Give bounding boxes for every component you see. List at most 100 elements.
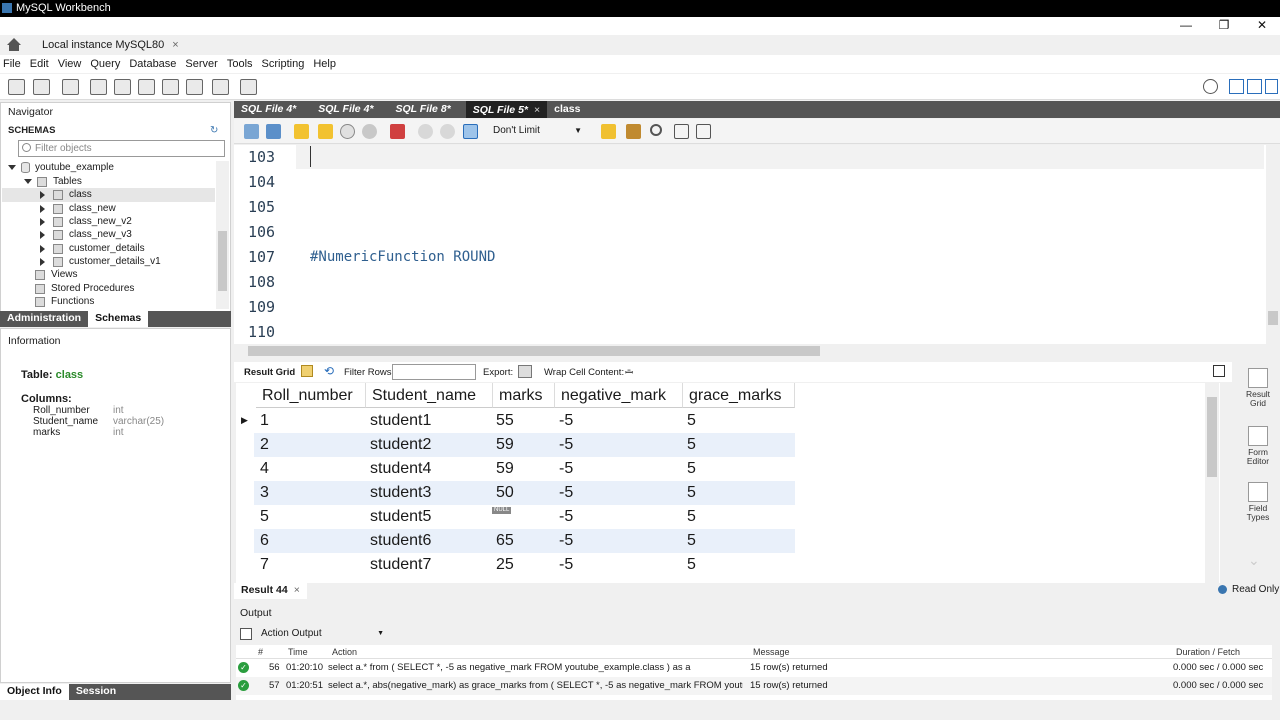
cell[interactable]: 59 — [492, 457, 514, 481]
explain-icon[interactable] — [340, 124, 355, 139]
tab-administration[interactable]: Administration — [0, 311, 88, 327]
table-row[interactable]: 5 student5 NULL -5 5 — [254, 505, 795, 529]
invisible-chars-icon[interactable] — [674, 124, 689, 139]
form-editor-button[interactable]: Form Editor — [1240, 426, 1276, 466]
output-mode-select[interactable]: Action Output ▼ — [258, 625, 386, 642]
close-window-button[interactable]: ✕ — [1242, 18, 1280, 35]
table-node-class[interactable]: class — [40, 188, 92, 201]
cell[interactable]: 25 — [492, 553, 514, 577]
cell[interactable]: 7 — [256, 553, 269, 577]
table-row[interactable]: 3 student3 50 -5 5 — [254, 481, 795, 505]
cell[interactable]: 50 — [492, 481, 514, 505]
editor-vscrollbar[interactable] — [1266, 145, 1280, 345]
cell[interactable]: 5 — [683, 481, 696, 505]
create-procedure-icon[interactable] — [162, 79, 179, 95]
close-tab-icon[interactable]: × — [294, 584, 300, 598]
expand-icon[interactable] — [40, 190, 45, 199]
collapse-icon[interactable] — [24, 179, 32, 184]
table-node-class-new-v3[interactable]: class_new_v3 — [40, 228, 132, 241]
tab-class[interactable]: class — [547, 101, 587, 118]
export-icon[interactable] — [518, 365, 532, 378]
wrap-icon[interactable]: ꟷ̄ — [625, 365, 633, 379]
cell[interactable]: -5 — [555, 529, 573, 553]
tab-sql-file-8[interactable]: SQL File 8* — [389, 101, 458, 118]
word-wrap-icon[interactable] — [696, 124, 711, 139]
cell[interactable]: student6 — [366, 529, 431, 553]
expand-icon[interactable] — [40, 244, 45, 253]
save-icon[interactable] — [266, 124, 281, 139]
cell[interactable]: 2 — [256, 433, 269, 457]
menu-edit[interactable]: Edit — [30, 58, 55, 70]
close-tab-icon[interactable]: × — [534, 104, 540, 116]
cell[interactable]: 6 — [256, 529, 269, 553]
scroll-thumb[interactable] — [1268, 311, 1278, 325]
collapse-icon[interactable] — [8, 165, 16, 170]
limit-rows-select[interactable]: Don't Limit ▼ — [490, 123, 590, 139]
table-row[interactable]: 2 student2 59 -5 5 — [254, 433, 795, 457]
connection-tab[interactable]: Local instance MySQL80 × — [6, 36, 179, 54]
open-sql-script-icon[interactable] — [33, 79, 50, 95]
reconnect-icon[interactable] — [240, 79, 257, 95]
column-header[interactable]: negative_mark — [555, 383, 683, 408]
create-schema-icon[interactable] — [90, 79, 107, 95]
table-node-class-new[interactable]: class_new — [40, 202, 116, 215]
filter-rows-input[interactable] — [392, 364, 476, 380]
result-grid[interactable]: Roll_number Student_name marks negative_… — [236, 383, 1220, 583]
cell[interactable]: 5 — [683, 409, 696, 433]
cell[interactable]: 3 — [256, 481, 269, 505]
tables-node[interactable]: Tables — [24, 175, 82, 188]
copy-icon[interactable] — [240, 628, 252, 640]
table-node-customer-details[interactable]: customer_details — [40, 242, 145, 255]
column-header[interactable]: Roll_number — [256, 383, 366, 408]
editor-hscrollbar[interactable] — [234, 344, 1280, 358]
toggle-output-icon[interactable] — [1247, 79, 1262, 94]
table-node-class-new-v2[interactable]: class_new_v2 — [40, 215, 132, 228]
toggle-continue-on-error-icon[interactable] — [390, 124, 405, 139]
create-table-icon[interactable] — [114, 79, 131, 95]
new-sql-tab-icon[interactable] — [8, 79, 25, 95]
result-grid-view-button[interactable]: Result Grid — [1240, 368, 1276, 408]
menu-query[interactable]: Query — [90, 58, 126, 70]
cell[interactable]: -5 — [555, 457, 573, 481]
cell[interactable]: -5 — [555, 481, 573, 505]
output-row[interactable]: ✓ 56 01:20:10 select a.* from ( SELECT *… — [236, 659, 1272, 677]
output-row[interactable]: ✓ 57 01:20:51 select a.*, abs(negative_m… — [236, 677, 1272, 695]
cell[interactable]: student7 — [366, 553, 431, 577]
cell[interactable]: -5 — [555, 505, 573, 529]
expand-icon[interactable] — [40, 230, 45, 239]
cell[interactable]: 5 — [683, 529, 696, 553]
scroll-thumb[interactable] — [218, 231, 227, 291]
close-tab-icon[interactable]: × — [172, 39, 178, 51]
column-header[interactable]: Student_name — [366, 383, 493, 408]
cell[interactable]: student2 — [366, 433, 431, 457]
tab-sql-file-4b[interactable]: SQL File 4* — [311, 101, 380, 118]
cell[interactable]: -5 — [555, 433, 573, 457]
cell[interactable]: 5 — [683, 553, 696, 577]
scroll-thumb[interactable] — [1207, 397, 1217, 477]
cell[interactable]: 1 — [256, 409, 269, 433]
cell[interactable]: 65 — [492, 529, 514, 553]
toggle-sidebar-icon[interactable] — [1229, 79, 1244, 94]
menu-scripting[interactable]: Scripting — [262, 58, 311, 70]
home-icon[interactable] — [6, 38, 22, 52]
chevron-down-icon[interactable]: ⌄ — [1248, 552, 1260, 569]
cell[interactable]: 5 — [683, 457, 696, 481]
expand-icon[interactable] — [40, 257, 45, 266]
functions-node[interactable]: Functions — [35, 295, 94, 308]
refresh-icon[interactable]: ⟲ — [324, 364, 334, 378]
table-row[interactable]: 4 student4 59 -5 5 — [254, 457, 795, 481]
field-types-button[interactable]: Field Types — [1240, 482, 1276, 522]
open-file-icon[interactable] — [244, 124, 259, 139]
tab-sql-file-5[interactable]: SQL File 5* × — [465, 101, 548, 118]
expand-icon[interactable] — [40, 217, 45, 226]
toggle-panel-icon[interactable] — [1213, 365, 1225, 377]
cell[interactable]: student3 — [366, 481, 431, 505]
cell[interactable]: -5 — [555, 409, 573, 433]
tab-object-info[interactable]: Object Info — [0, 684, 69, 700]
cell[interactable]: 55 — [492, 409, 514, 433]
cell[interactable]: student5 — [366, 505, 431, 529]
maximize-button[interactable]: ❐ — [1204, 18, 1244, 35]
table-node-customer-details-v1[interactable]: customer_details_v1 — [40, 255, 161, 268]
menu-tools[interactable]: Tools — [227, 58, 259, 70]
inspector-icon[interactable] — [62, 79, 79, 95]
